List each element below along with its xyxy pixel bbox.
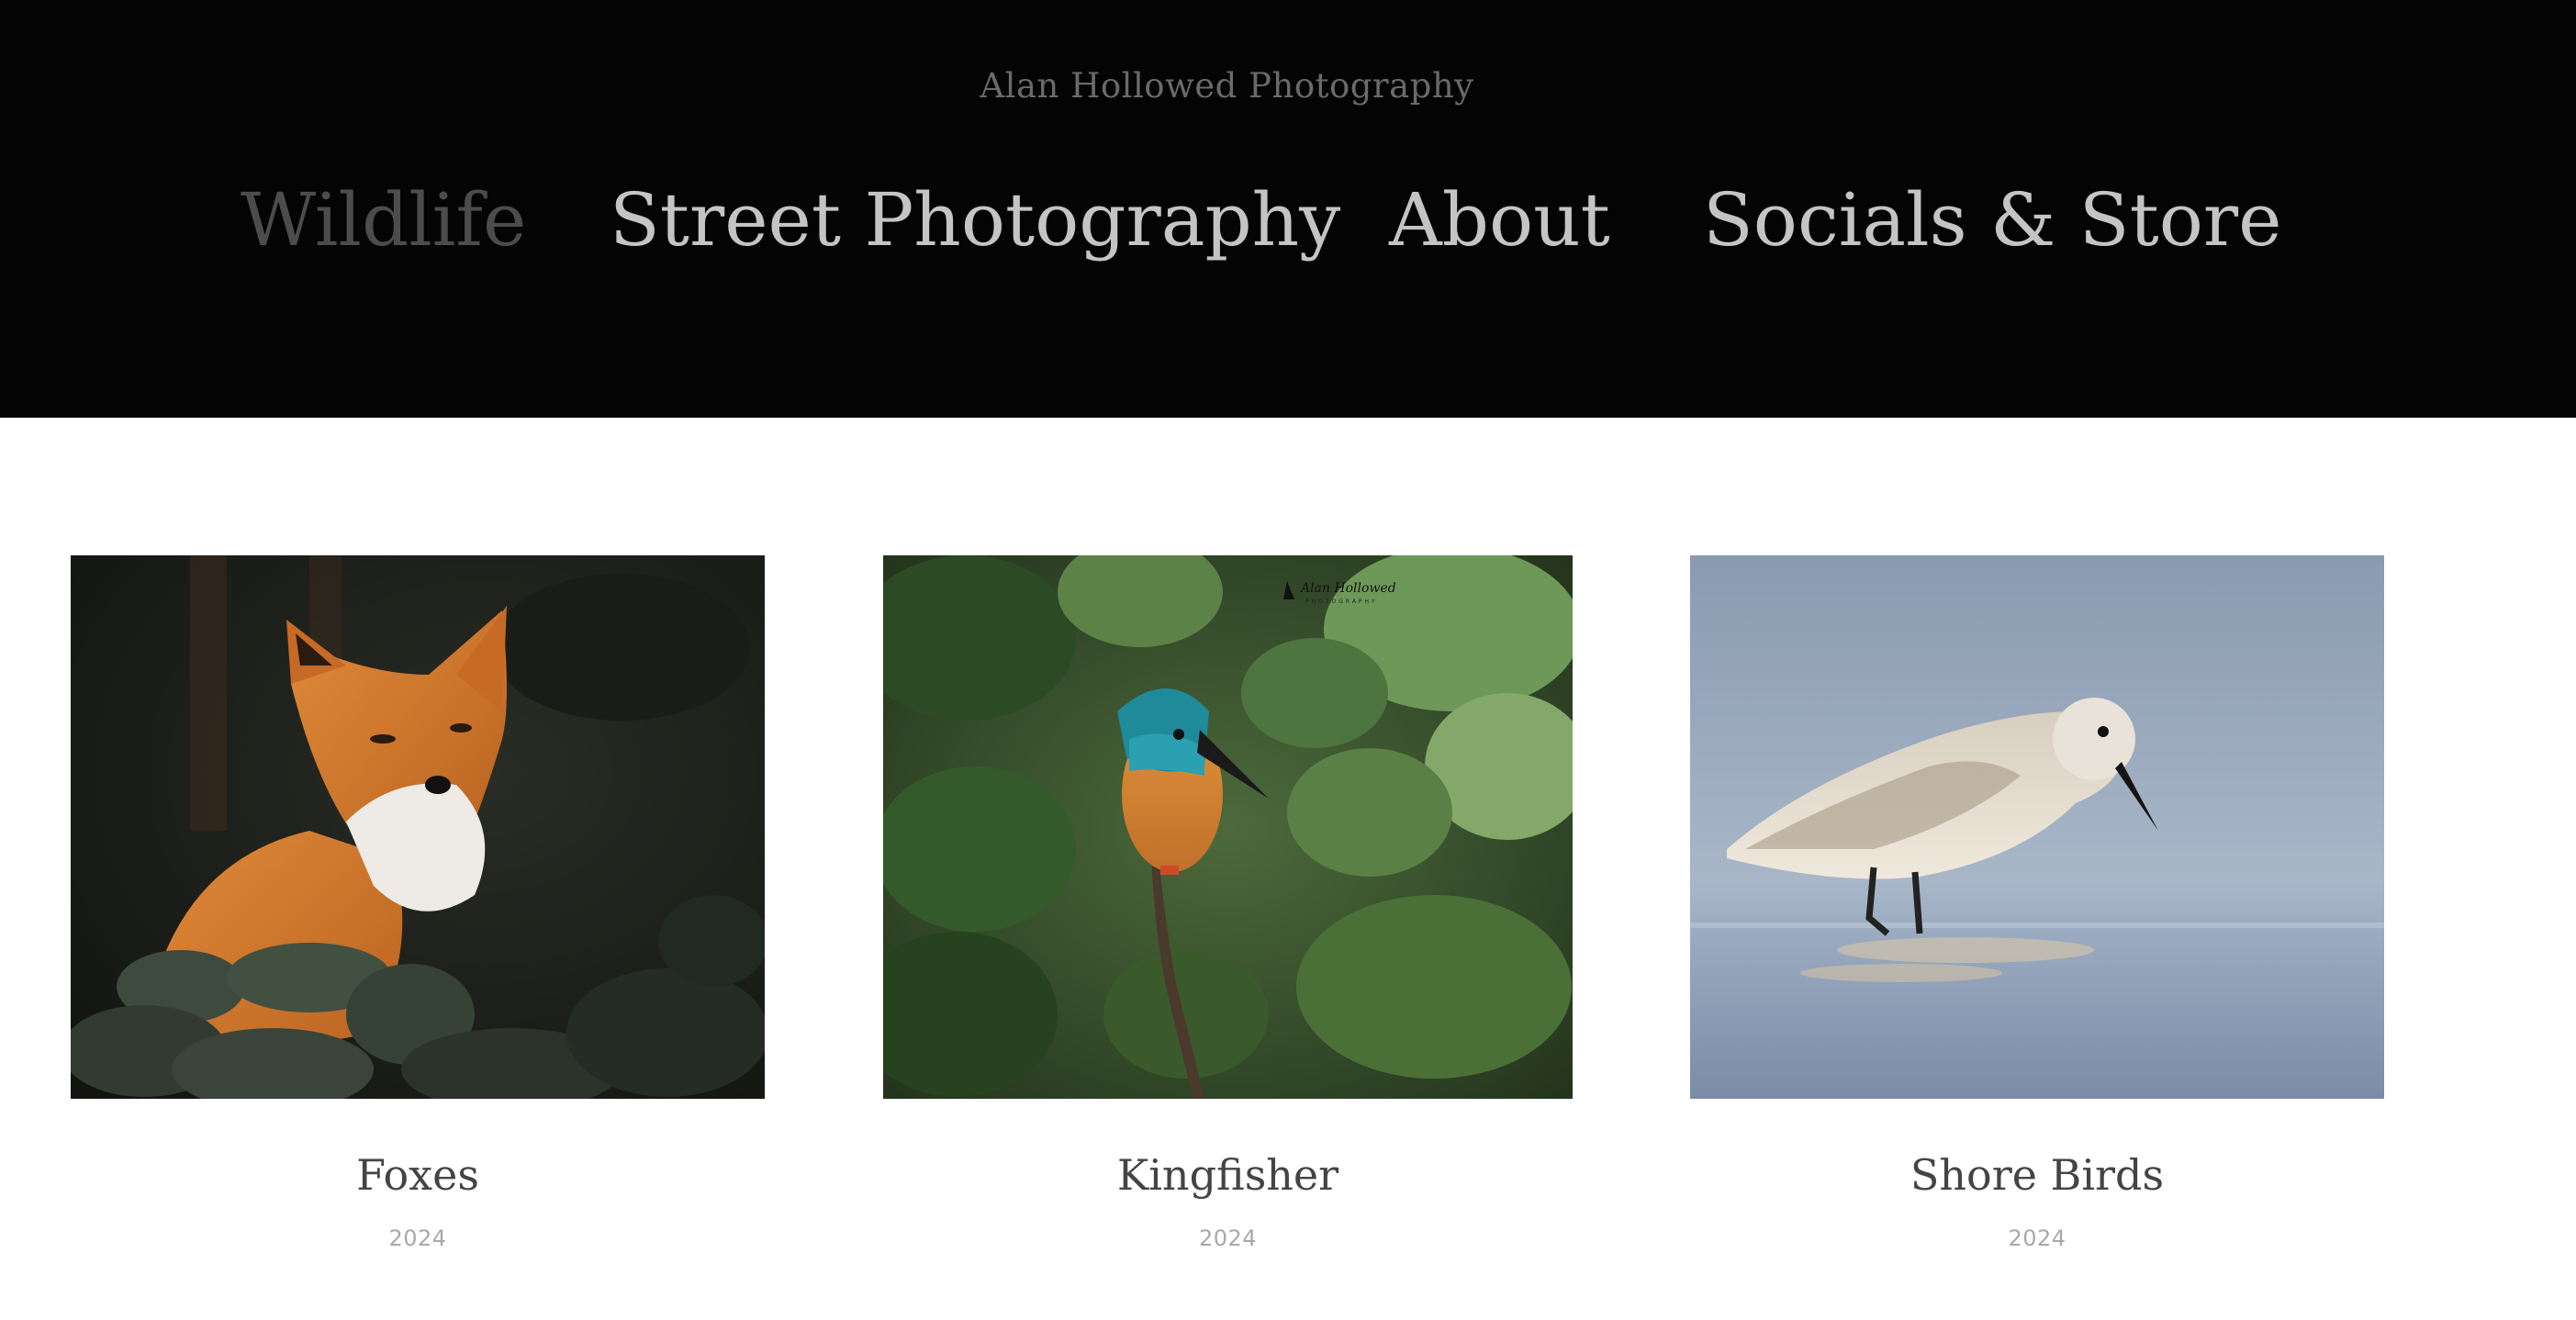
gallery-card-title[interactable]: Shore Birds <box>1690 1150 2384 1200</box>
gallery-card-year: 2024 <box>388 1225 447 1251</box>
gallery-card-title[interactable]: Kingfisher <box>883 1150 1573 1200</box>
site-header: Alan Hollowed Photography Wildlife Stree… <box>0 0 2576 418</box>
gallery-card-kingfisher[interactable]: Alan Hollowed PHOTOGRAPHY Kingfisher 202… <box>883 555 1573 1271</box>
kingfisher-photo[interactable]: Alan Hollowed PHOTOGRAPHY <box>883 555 1573 1099</box>
site-title[interactable]: Alan Hollowed Photography <box>0 66 2454 106</box>
fox-photo[interactable] <box>71 555 765 1099</box>
gallery-card-title[interactable]: Foxes <box>71 1150 765 1200</box>
svg-text:Alan Hollowed: Alan Hollowed <box>1299 581 1396 596</box>
gallery-card-year: 2024 <box>2008 1225 2066 1251</box>
shore-bird-photo[interactable] <box>1690 555 2384 1099</box>
svg-text:PHOTOGRAPHY: PHOTOGRAPHY <box>1305 598 1378 605</box>
nav-item-street-photography[interactable]: Street Photography <box>610 170 1340 271</box>
gallery-card-shore-birds[interactable]: Shore Birds 2024 <box>1690 555 2384 1271</box>
gallery-card-year: 2024 <box>1198 1225 1258 1251</box>
nav-item-socials-store[interactable]: Socials & Store <box>1703 170 2281 271</box>
gallery-card-foxes[interactable]: Foxes 2024 <box>71 555 765 1271</box>
nav-item-about[interactable]: About <box>1389 170 1610 271</box>
nav-item-wildlife[interactable]: Wildlife <box>241 170 526 271</box>
